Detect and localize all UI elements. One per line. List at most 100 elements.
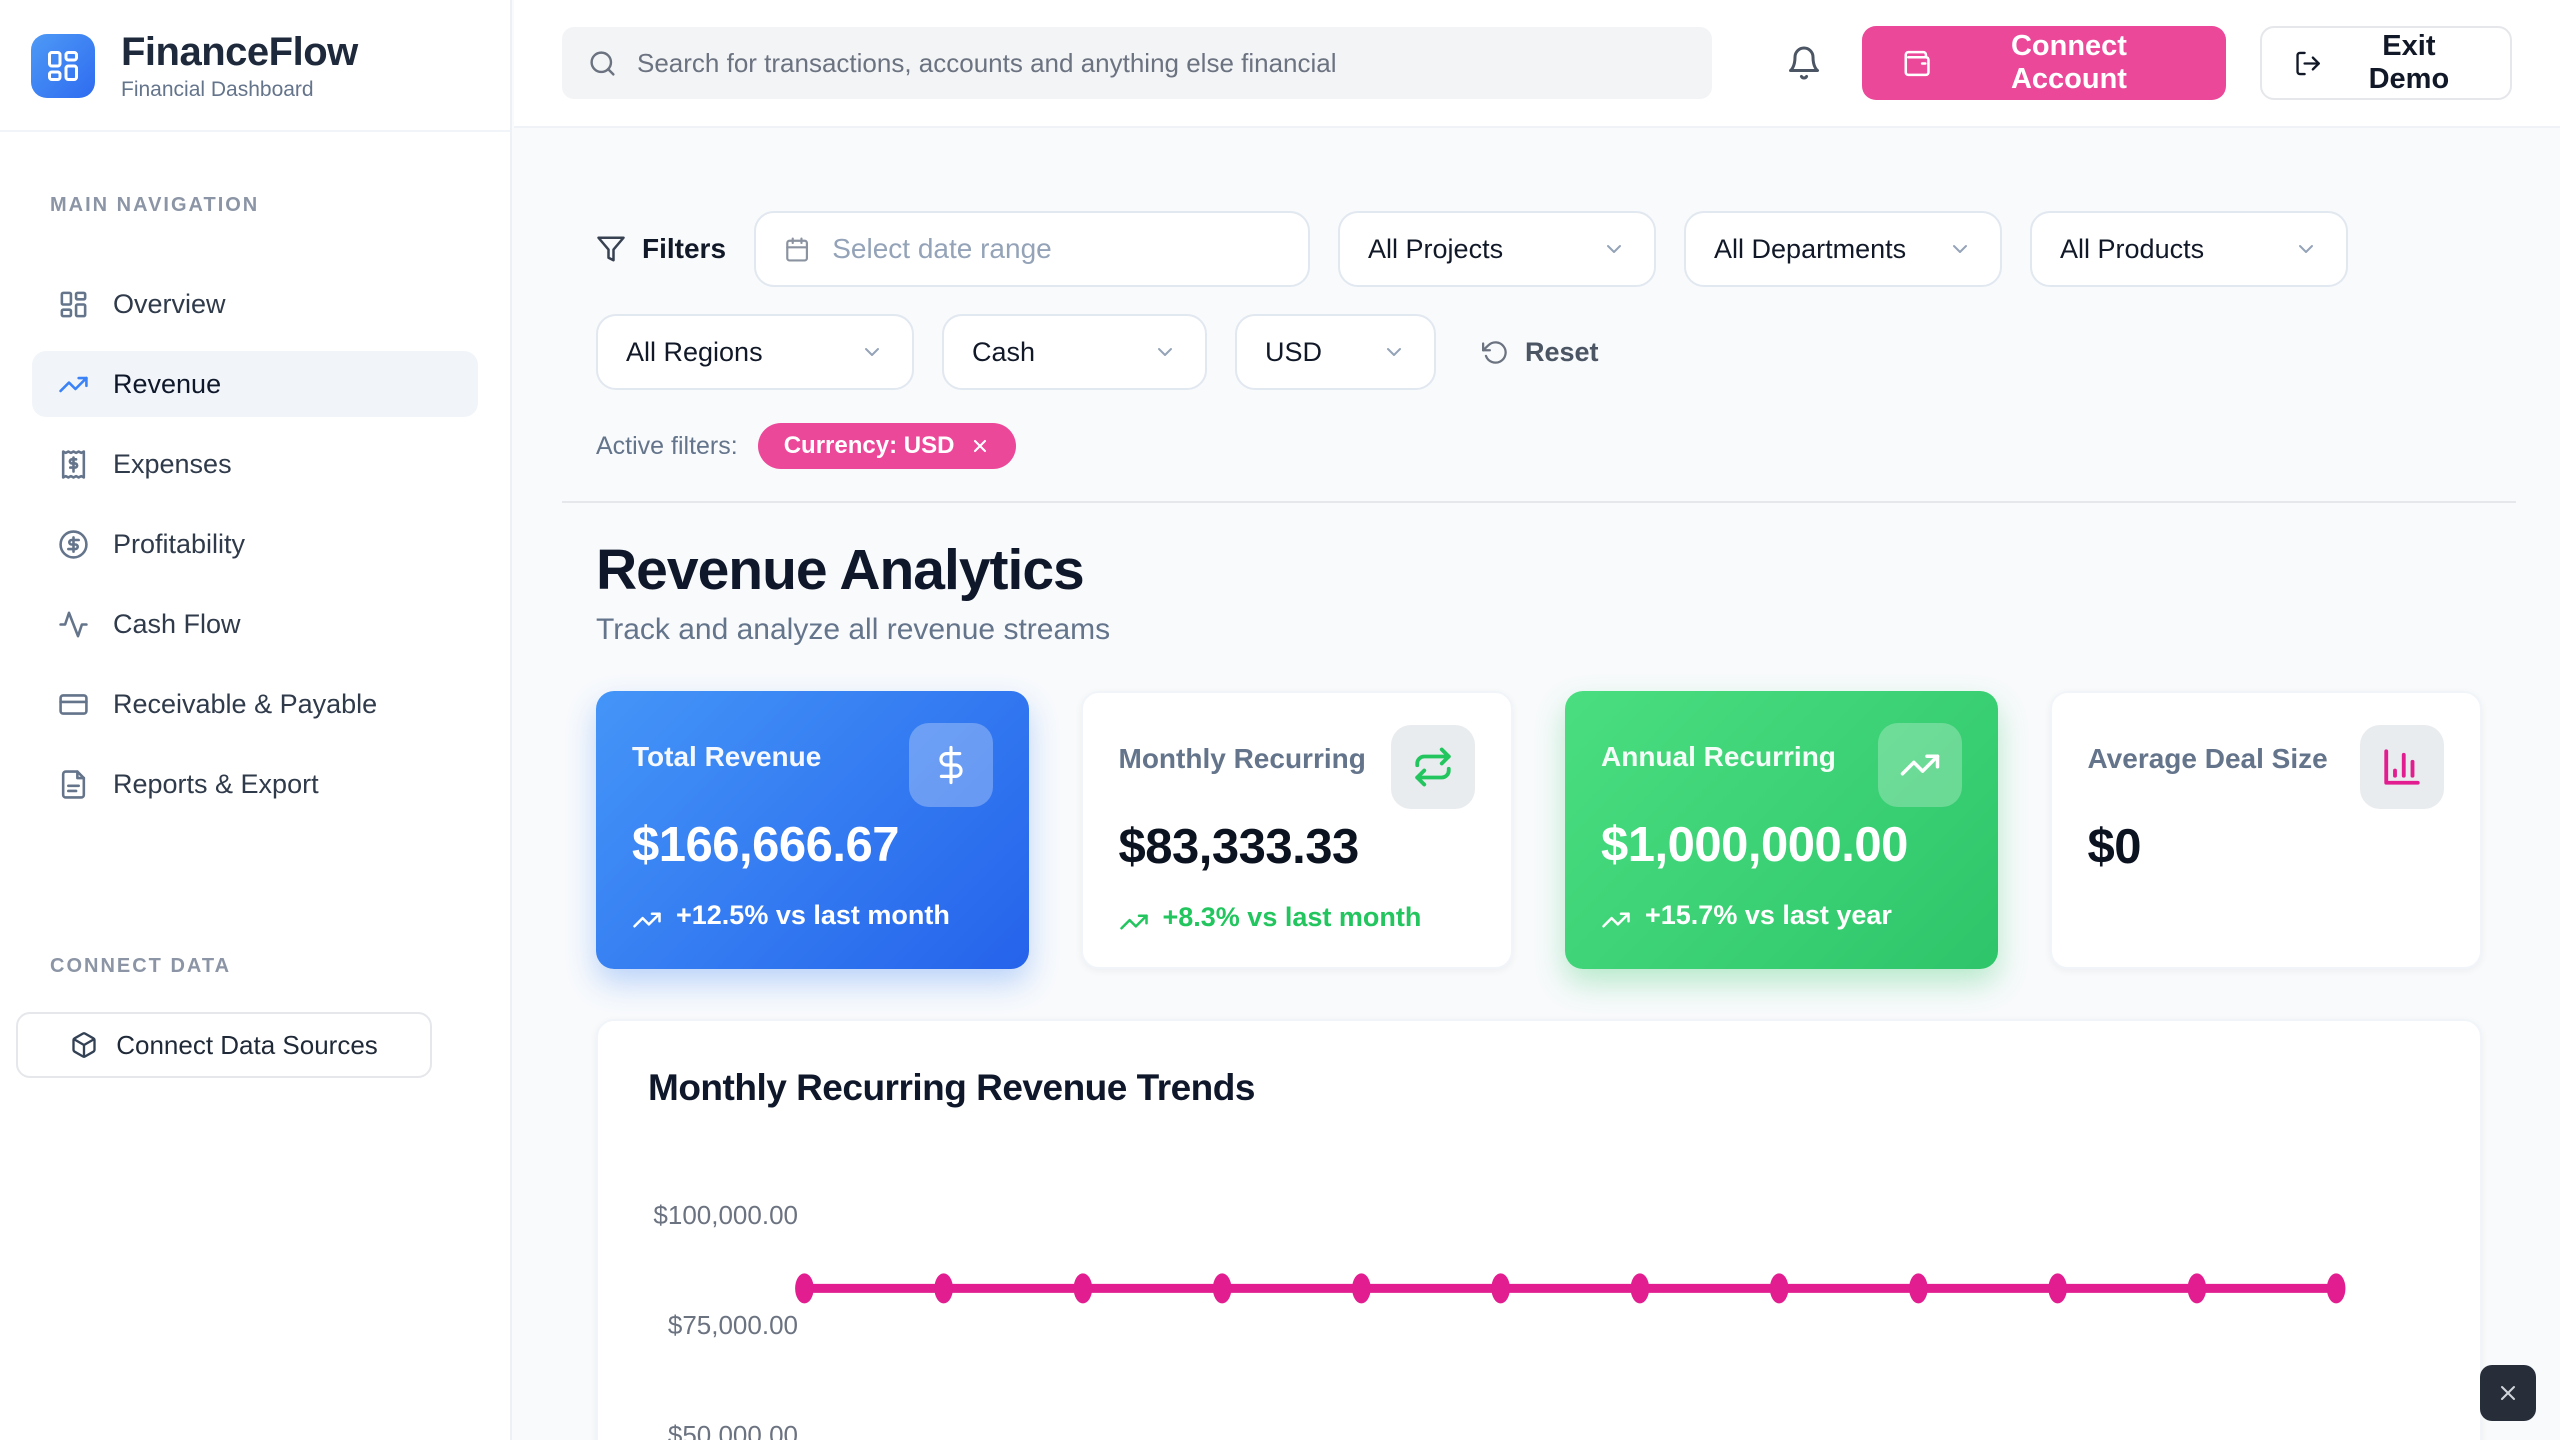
dollar-circle-icon: [58, 529, 89, 560]
date-range-input[interactable]: [832, 233, 1280, 265]
sidebar-item-overview[interactable]: Overview: [32, 271, 478, 337]
sidebar-item-revenue[interactable]: Revenue: [32, 351, 478, 417]
average-deal-size-card: Average Deal Size $0: [2050, 691, 2483, 969]
filters-label: Filters: [596, 233, 726, 265]
trending-up-icon: [1119, 907, 1149, 937]
sidebar-item-label: Revenue: [113, 369, 221, 400]
toast-close-button[interactable]: [2480, 1365, 2536, 1421]
sidebar-item-label: Expenses: [113, 449, 232, 480]
sidebar-item-label: Cash Flow: [113, 609, 241, 640]
mrr-line-chart: $100,000.00 $75,000.00 $50,000.00: [648, 1149, 2430, 1440]
trending-up-icon: [1878, 723, 1962, 807]
connect-data-sources-button[interactable]: Connect Data Sources: [16, 1012, 432, 1078]
sidebar-item-receivable-payable[interactable]: Receivable & Payable: [32, 671, 478, 737]
chevron-down-icon: [1382, 340, 1406, 364]
rotate-ccw-icon: [1482, 339, 1509, 366]
notifications-button[interactable]: [1780, 39, 1828, 87]
section-divider: [562, 501, 2516, 503]
card-trend: +12.5% vs last month: [632, 899, 993, 935]
date-range-picker[interactable]: [754, 211, 1310, 287]
app-logo: [31, 34, 95, 98]
card-label: Monthly Recurring: [1119, 743, 1366, 775]
chevron-down-icon: [1602, 237, 1626, 261]
chevron-down-icon: [1153, 340, 1177, 364]
filters-row-2: All Regions Cash USD Reset: [596, 314, 2482, 390]
filters-row-1: Filters All Projects All Departments All…: [596, 211, 2482, 287]
currency-filter-chip[interactable]: Currency: USD: [758, 423, 1017, 469]
top-header: Connect Account Exit Demo: [514, 0, 2560, 128]
card-label: Total Revenue: [632, 741, 821, 773]
card-value: $1,000,000.00: [1601, 817, 1962, 873]
exit-demo-button[interactable]: Exit Demo: [2260, 26, 2512, 100]
receipt-icon: [58, 449, 89, 480]
app-subtitle: Financial Dashboard: [121, 78, 358, 102]
credit-card-icon: [58, 689, 89, 720]
trending-up-icon: [632, 905, 662, 935]
filter-icon: [596, 234, 626, 264]
departments-select[interactable]: All Departments: [1684, 211, 2002, 287]
dollar-icon: [909, 723, 993, 807]
global-search[interactable]: [562, 27, 1712, 99]
cube-icon: [70, 1031, 98, 1059]
sidebar-item-label: Reports & Export: [113, 769, 319, 800]
card-value: $166,666.67: [632, 817, 993, 873]
dashboard-icon: [58, 289, 89, 320]
regions-select[interactable]: All Regions: [596, 314, 914, 390]
card-value: $0: [2088, 819, 2445, 875]
bar-chart-icon: [2360, 725, 2444, 809]
page-title: Revenue Analytics: [596, 537, 2482, 603]
main-content: Filters All Projects All Departments All…: [514, 128, 2560, 1440]
file-text-icon: [58, 769, 89, 800]
search-icon: [588, 49, 617, 78]
payment-type-select[interactable]: Cash: [942, 314, 1207, 390]
close-icon: [970, 436, 990, 456]
sidebar: FinanceFlow Financial Dashboard MAIN NAV…: [0, 0, 512, 1440]
main-navigation: MAIN NAVIGATION Overview Revenue Expense…: [0, 194, 510, 978]
card-value: $83,333.33: [1119, 819, 1476, 875]
projects-select[interactable]: All Projects: [1338, 211, 1656, 287]
total-revenue-card: Total Revenue $166,666.67 +12.5% vs last…: [596, 691, 1029, 969]
card-trend: +8.3% vs last month: [1119, 901, 1476, 937]
connect-data-section-label: CONNECT DATA: [50, 955, 478, 978]
line-series: [648, 1149, 2430, 1440]
bell-icon: [1786, 45, 1822, 81]
sidebar-item-profitability[interactable]: Profitability: [32, 511, 478, 577]
annual-recurring-card: Annual Recurring $1,000,000.00 +15.7% vs…: [1565, 691, 1998, 969]
app-title: FinanceFlow: [121, 30, 358, 74]
dashboard-icon: [45, 48, 81, 84]
calendar-icon: [784, 235, 810, 264]
reset-filters-button[interactable]: Reset: [1482, 337, 1599, 368]
products-select[interactable]: All Products: [2030, 211, 2348, 287]
activity-icon: [58, 609, 89, 640]
monthly-recurring-card: Monthly Recurring $83,333.33 +8.3% vs la…: [1081, 691, 1514, 969]
sidebar-item-expenses[interactable]: Expenses: [32, 431, 478, 497]
sidebar-item-label: Profitability: [113, 529, 245, 560]
sidebar-item-reports-export[interactable]: Reports & Export: [32, 751, 478, 817]
active-filters-row: Active filters: Currency: USD: [596, 423, 2482, 469]
close-icon: [2496, 1381, 2520, 1405]
card-trend: +15.7% vs last year: [1601, 899, 1962, 935]
chart-title: Monthly Recurring Revenue Trends: [648, 1067, 2430, 1109]
card-label: Average Deal Size: [2088, 743, 2328, 775]
log-out-icon: [2294, 49, 2322, 78]
trending-up-icon: [1601, 905, 1631, 935]
repeat-icon: [1391, 725, 1475, 809]
card-label: Annual Recurring: [1601, 741, 1836, 773]
nav-section-label: MAIN NAVIGATION: [50, 194, 478, 217]
connect-account-button[interactable]: Connect Account: [1862, 26, 2225, 100]
mrr-trends-chart-card: Monthly Recurring Revenue Trends $100,00…: [596, 1019, 2482, 1440]
chevron-down-icon: [1948, 237, 1972, 261]
sidebar-item-label: Overview: [113, 289, 226, 320]
sidebar-item-cash-flow[interactable]: Cash Flow: [32, 591, 478, 657]
metric-cards: Total Revenue $166,666.67 +12.5% vs last…: [596, 691, 2482, 969]
trending-up-icon: [58, 369, 89, 400]
active-filters-label: Active filters:: [596, 432, 738, 461]
search-input[interactable]: [637, 48, 1686, 79]
chevron-down-icon: [2294, 237, 2318, 261]
wallet-icon: [1902, 48, 1932, 79]
sidebar-item-label: Receivable & Payable: [113, 689, 377, 720]
currency-select[interactable]: USD: [1235, 314, 1436, 390]
brand: FinanceFlow Financial Dashboard: [0, 0, 510, 132]
page-subtitle: Track and analyze all revenue streams: [596, 613, 2482, 647]
chevron-down-icon: [860, 340, 884, 364]
